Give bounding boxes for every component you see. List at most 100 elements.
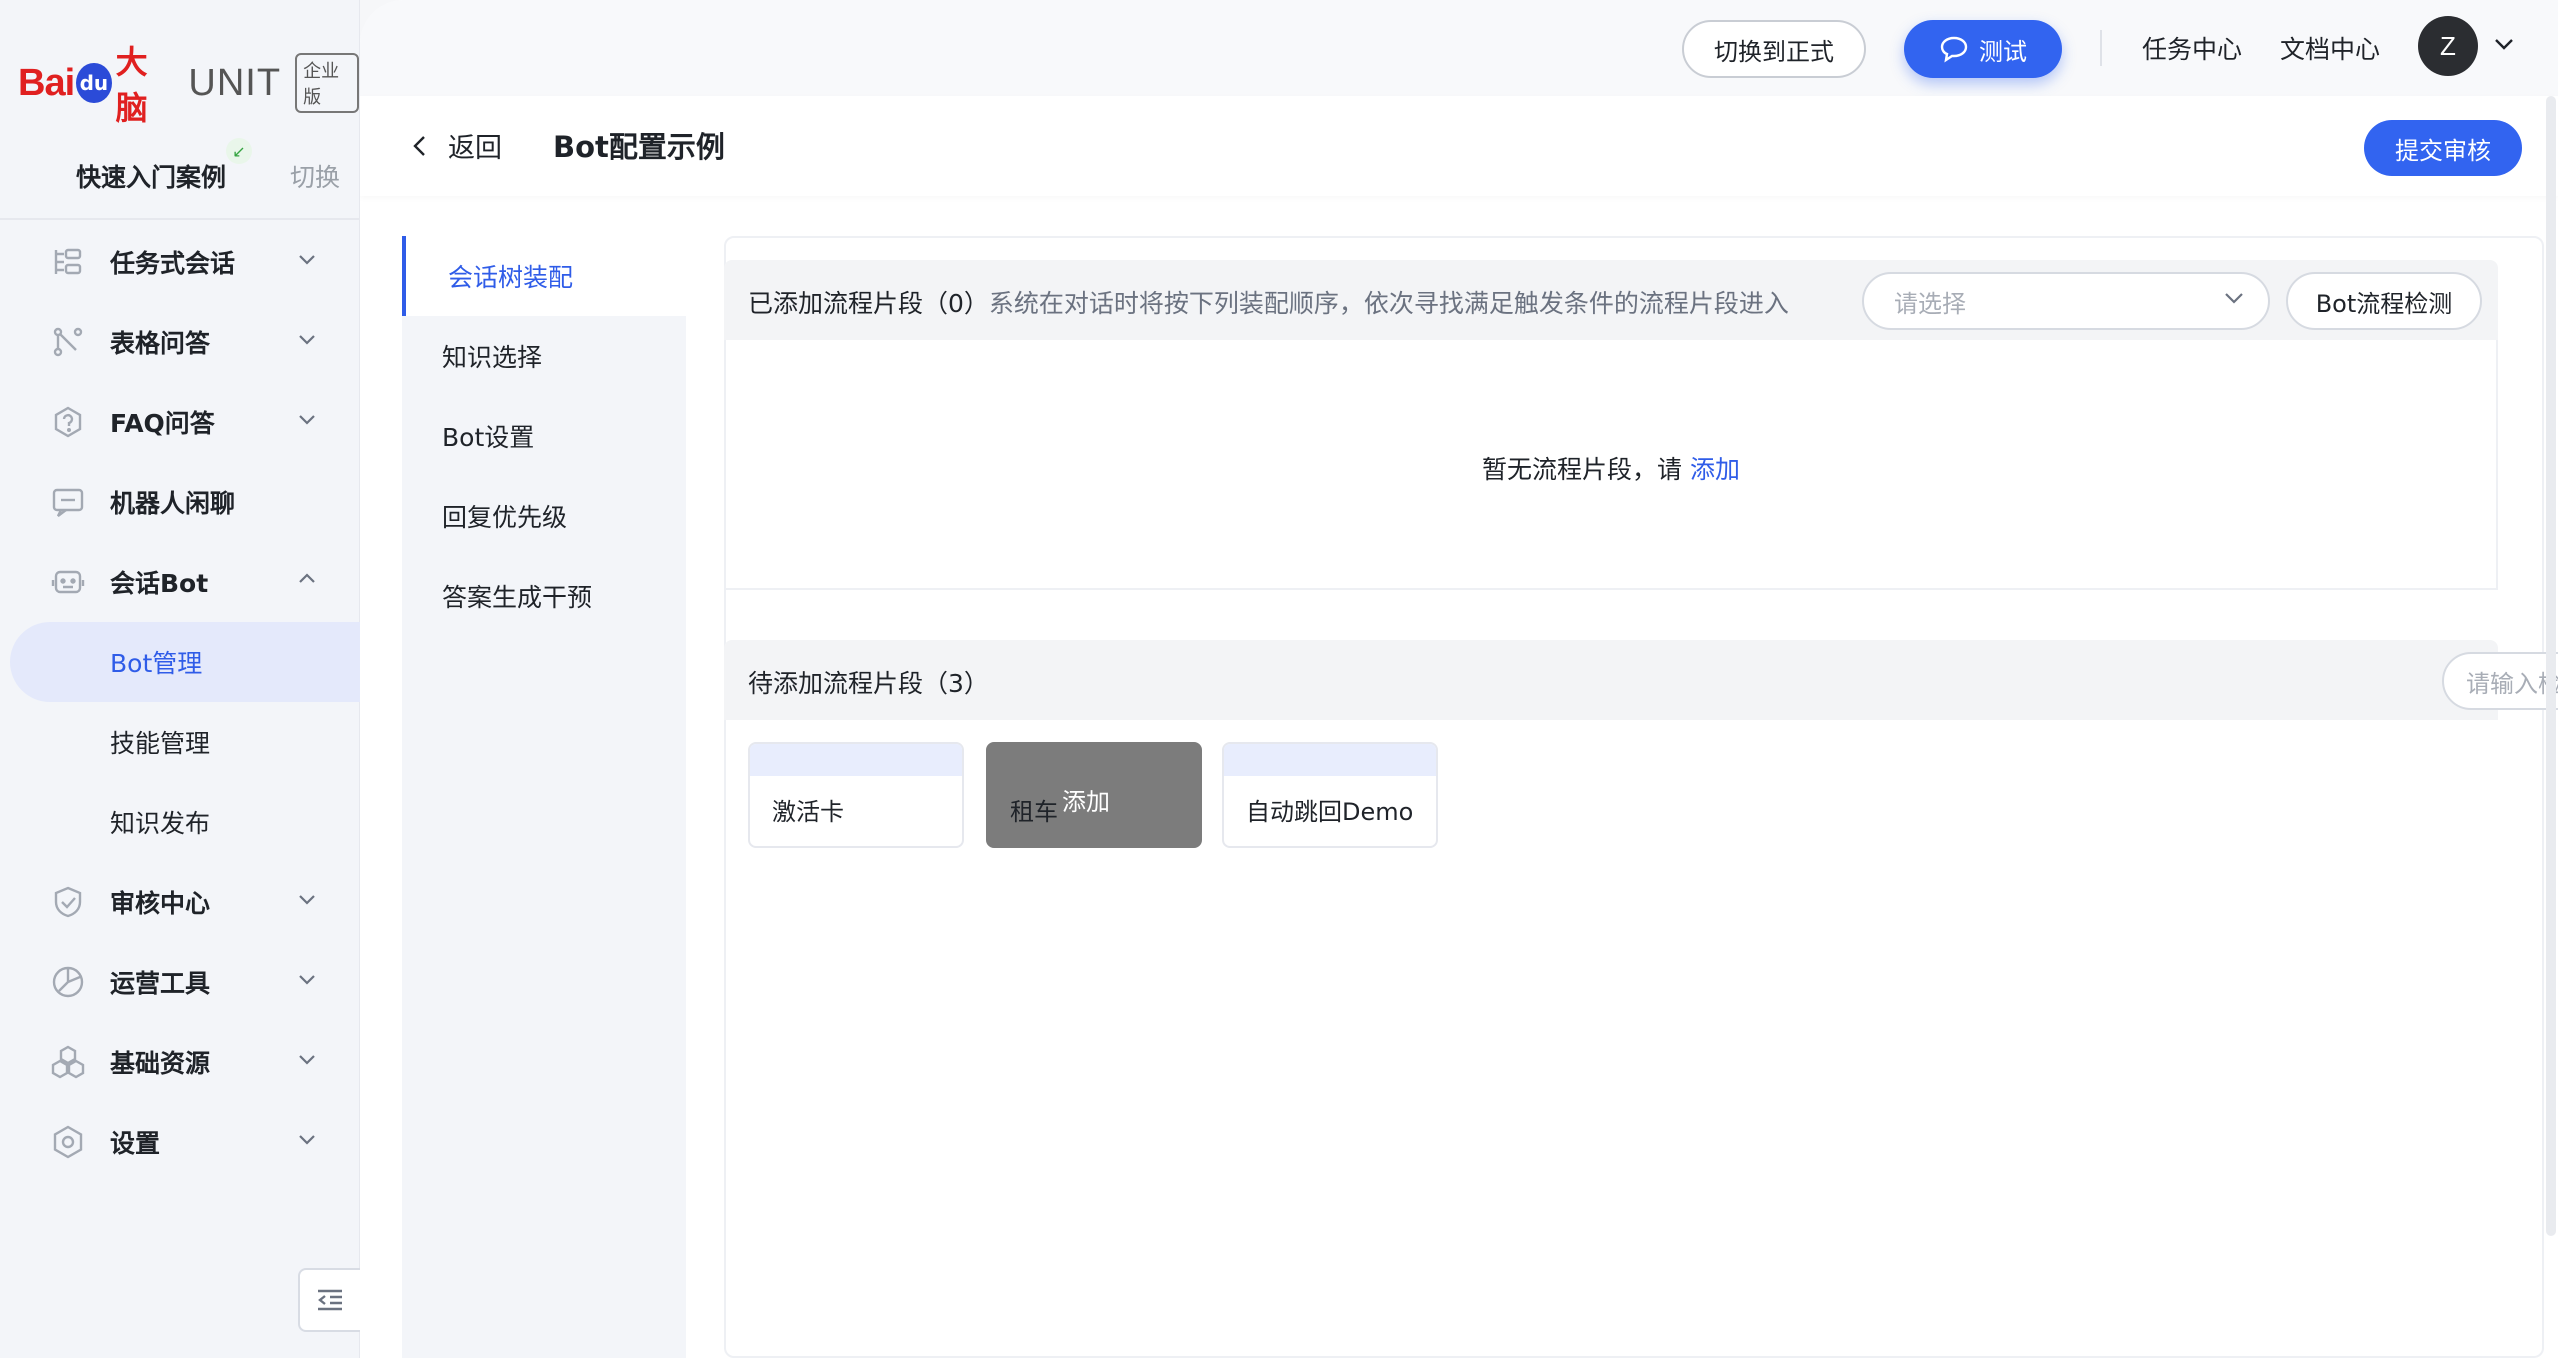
- chat-icon: [50, 484, 86, 520]
- sidebar-item-operation-tools[interactable]: 运营工具: [0, 942, 360, 1022]
- tab-answer-intervention[interactable]: 答案生成干预: [402, 556, 686, 636]
- add-fragment-link[interactable]: 添加: [1690, 455, 1740, 484]
- submit-review-button[interactable]: 提交审核: [2364, 120, 2522, 176]
- chevron-down-icon: [296, 1048, 320, 1072]
- empty-state-text: 暂无流程片段，请 添加: [726, 450, 2496, 486]
- sidebar-item-label: 设置: [110, 1129, 161, 1158]
- chevron-down-icon: [296, 328, 320, 352]
- test-button[interactable]: 测试: [1904, 20, 2062, 78]
- operation-icon: [50, 964, 86, 1000]
- current-case-name: 快速入门案例: [76, 163, 227, 192]
- fragment-card-header: [1224, 744, 1436, 776]
- sidebar-item-chitchat[interactable]: 机器人闲聊: [0, 462, 360, 542]
- sidebar: Bai du 大脑 UNIT 企业版 快速入门案例 ↙ 切换 任务式会话 表格问…: [0, 0, 362, 1358]
- sidebar-item-dialog-bot[interactable]: 会话Bot: [0, 542, 360, 622]
- fragment-select[interactable]: 请选择: [1862, 272, 2270, 330]
- collapse-icon: [318, 1289, 342, 1311]
- chevron-down-icon: [296, 248, 320, 272]
- chevron-down-icon: [2222, 286, 2246, 316]
- chevron-up-icon: [296, 568, 320, 592]
- sidebar-item-review-center[interactable]: 审核中心: [0, 862, 360, 942]
- chevron-down-icon: [296, 408, 320, 432]
- added-fragments-empty: 暂无流程片段，请 添加: [724, 340, 2498, 590]
- fragment-card-label: 激活卡: [772, 798, 844, 826]
- page-title: Bot配置示例: [553, 130, 725, 164]
- tab-dialog-tree-assembly[interactable]: 会话树装配: [402, 236, 686, 316]
- add-fragment-overlay-button[interactable]: 添加: [1062, 782, 1110, 817]
- sidebar-item-label: 基础资源: [110, 1049, 211, 1078]
- chevron-down-icon[interactable]: [2492, 32, 2516, 62]
- current-case-row: 快速入门案例 ↙ 切换: [0, 138, 360, 210]
- logo-paw-icon: du: [76, 63, 112, 103]
- table-qa-icon: [50, 324, 86, 360]
- faq-icon: [50, 404, 86, 440]
- fragment-select-placeholder: 请选择: [1894, 289, 1966, 318]
- empty-state-message: 暂无流程片段，请: [1482, 455, 1683, 484]
- settings-icon: [50, 1124, 86, 1160]
- fragment-card-label: 自动跳回Demo: [1246, 798, 1414, 826]
- fragment-card-header: [750, 744, 962, 776]
- bot-flow-check-button[interactable]: Bot流程检测: [2286, 272, 2482, 330]
- main-area: 切换到正式 测试 任务中心 文档中心 Z 返回 Bot配置示例 提交审核 会话树…: [360, 0, 2558, 1358]
- task-center-link[interactable]: 任务中心: [2142, 30, 2242, 66]
- sidebar-item-label: 会话Bot: [110, 569, 209, 598]
- pending-fragments-title: 待添加流程片段（3）: [748, 669, 989, 698]
- tab-reply-priority[interactable]: 回复优先级: [402, 476, 686, 556]
- pin-icon[interactable]: ↙: [226, 138, 252, 164]
- logo-bai-text: Bai: [18, 61, 75, 104]
- sidebar-subitem-bot-management[interactable]: Bot管理: [10, 622, 360, 702]
- sidebar-item-task-dialog[interactable]: 任务式会话: [0, 222, 360, 302]
- config-tabs: 会话树装配 知识选择 Bot设置 回复优先级 答案生成干预: [402, 236, 686, 1358]
- sidebar-nav: 任务式会话 表格问答 FAQ问答 机器人闲聊 会话Bot Bot管理 技能管理 …: [0, 222, 360, 1182]
- user-avatar[interactable]: Z: [2418, 16, 2478, 76]
- sidebar-item-label: FAQ问答: [110, 409, 215, 438]
- chevron-down-icon: [296, 968, 320, 992]
- resource-icon: [50, 1044, 86, 1080]
- added-fragments-count: 已添加流程片段（0）: [748, 289, 989, 318]
- sidebar-divider: [0, 218, 360, 220]
- chevron-down-icon: [296, 1128, 320, 1152]
- back-button[interactable]: 返回: [410, 126, 502, 165]
- fragment-card-header: [988, 744, 1200, 776]
- pending-fragments-header: 待添加流程片段（3） 请输入检索内容: [724, 640, 2558, 720]
- fragment-card[interactable]: 自动跳回Demo: [1222, 742, 1438, 848]
- sidebar-subitem-knowledge-publish[interactable]: 知识发布: [0, 782, 360, 862]
- edition-badge: 企业版: [295, 53, 359, 113]
- sidebar-item-table-qa[interactable]: 表格问答: [0, 302, 360, 382]
- tab-bot-settings[interactable]: Bot设置: [402, 396, 686, 476]
- bot-icon: [50, 564, 86, 600]
- added-fragments-subtitle: 系统在对话时将按下列装配顺序，依次寻找满足触发条件的流程片段进入: [988, 289, 1789, 318]
- chevron-left-icon: [413, 135, 425, 156]
- back-label: 返回: [448, 133, 502, 164]
- logo-danao-text: 大脑: [115, 43, 148, 127]
- sidebar-item-label: 运营工具: [110, 969, 211, 998]
- doc-center-link[interactable]: 文档中心: [2280, 30, 2380, 66]
- sidebar-item-label: 审核中心: [110, 889, 211, 918]
- sidebar-item-settings[interactable]: 设置: [0, 1102, 360, 1182]
- shield-check-icon: [50, 884, 86, 920]
- sidebar-item-label: 任务式会话: [110, 249, 236, 278]
- topbar-separator: [2100, 30, 2102, 66]
- fragment-card[interactable]: 激活卡: [748, 742, 964, 848]
- sidebar-item-base-resources[interactable]: 基础资源: [0, 1022, 360, 1102]
- chevron-down-icon: [296, 888, 320, 912]
- sidebar-item-label: 机器人闲聊: [110, 489, 236, 518]
- fragment-search-input[interactable]: 请输入检索内容: [2442, 652, 2558, 710]
- sidebar-subitem-skill-management[interactable]: 技能管理: [0, 702, 360, 782]
- sidebar-item-faq[interactable]: FAQ问答: [0, 382, 360, 462]
- test-button-label: 测试: [1979, 37, 2027, 66]
- search-placeholder: 请输入检索内容: [2466, 669, 2558, 698]
- tab-knowledge-selection[interactable]: 知识选择: [402, 316, 686, 396]
- page-scrollbar[interactable]: [2546, 96, 2556, 1236]
- collapse-sidebar-button[interactable]: [298, 1268, 362, 1332]
- task-dialog-icon: [50, 244, 86, 280]
- added-fragments-title: 已添加流程片段（0）系统在对话时将按下列装配顺序，依次寻找满足触发条件的流程片段…: [748, 284, 1789, 320]
- baidu-unit-logo[interactable]: Bai du 大脑 UNIT 企业版: [18, 43, 359, 127]
- switch-case-link[interactable]: 切换: [290, 158, 340, 194]
- top-bar: 切换到正式 测试 任务中心 文档中心 Z: [360, 0, 2558, 96]
- fragment-card[interactable]: 租车 添加: [986, 742, 1202, 848]
- logo-unit-text: UNIT: [188, 61, 282, 104]
- fragment-card-label: 租车: [1010, 798, 1058, 826]
- switch-to-production-button[interactable]: 切换到正式: [1682, 20, 1866, 78]
- sidebar-item-label: 表格问答: [110, 329, 211, 358]
